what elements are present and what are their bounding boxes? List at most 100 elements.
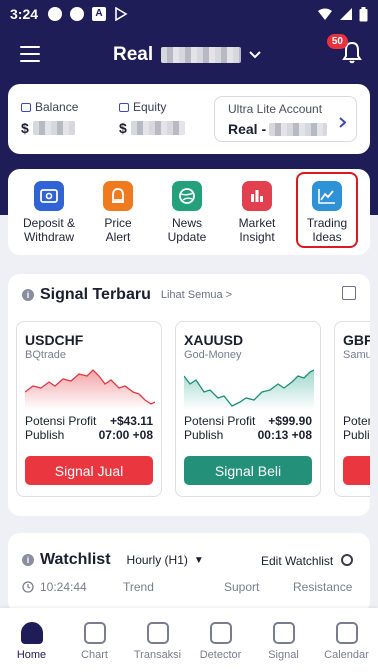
publish-label: Publish xyxy=(25,428,65,442)
menu-price-alert[interactable]: Price Alert xyxy=(85,175,151,244)
info-icon: i xyxy=(22,554,34,566)
nav-label: Detector xyxy=(199,649,242,661)
publish-time: 07:00 +08 xyxy=(98,428,153,442)
chevron-right-icon xyxy=(339,115,347,131)
signal-item[interactable]: USDCHF BQtrade Potensi Profit +$43.11 Pub… xyxy=(16,321,162,497)
buy-signal-button[interactable]: Signal Beli xyxy=(184,456,312,485)
column-trend: Trend xyxy=(123,580,154,594)
menu-label-line1: Market xyxy=(238,216,276,230)
status-bar: 3:24 A xyxy=(0,0,378,28)
sparkline-chart xyxy=(25,369,155,410)
menu-label-line2: Alert xyxy=(105,230,131,244)
publish-label: Publish xyxy=(343,428,370,442)
wallet-icon xyxy=(34,181,64,211)
signal-card: i Signal Terbaru Lihat Semua > USDCHF BQ… xyxy=(8,274,370,516)
balance-block: Balance $ xyxy=(21,100,78,136)
equity-currency: $ xyxy=(119,120,127,136)
detector-icon xyxy=(209,622,232,644)
menu-label-line1: Deposit & xyxy=(22,216,76,230)
menu-label-line1: Price xyxy=(104,216,132,230)
watchlist-time-value: 10:24:44 xyxy=(40,580,87,594)
signal-provider: God-Money xyxy=(184,349,242,361)
watchlist-title: Watchlist xyxy=(40,551,111,568)
notification-dot-icon xyxy=(70,7,85,21)
balance-label: Balance xyxy=(35,100,79,114)
signal-provider: BQtrade xyxy=(25,349,66,361)
signal-icon xyxy=(340,8,352,20)
publish-label: Publish xyxy=(184,428,224,442)
menu-label-line2: Withdraw xyxy=(23,230,74,244)
app-notification-icon: A xyxy=(92,7,107,21)
dropdown-arrow-icon[interactable]: ▼ xyxy=(194,555,204,566)
play-store-icon xyxy=(114,6,128,22)
account-box-title: Ultra Lite Account xyxy=(228,102,323,116)
profit-label: Potensi Profit xyxy=(25,414,97,428)
profit-label: Potensi Profit xyxy=(184,414,256,428)
equity-block: Equity $ xyxy=(119,100,185,136)
notification-dot-icon xyxy=(48,7,63,21)
account-type-box[interactable]: Ultra Lite Account Real - xyxy=(214,96,357,142)
nav-transaksi[interactable]: Transaksi xyxy=(126,622,189,661)
masked-balance-value xyxy=(32,121,75,135)
nav-home[interactable]: Home xyxy=(0,622,63,661)
masked-equity-value xyxy=(130,121,185,135)
column-support: Suport xyxy=(224,580,260,594)
masked-account-number xyxy=(161,47,242,63)
gear-icon[interactable] xyxy=(341,554,353,566)
balance-card: Balance $ Equity $ Ultra Lite Account Re… xyxy=(8,84,370,154)
nav-calendar[interactable]: Calendar xyxy=(315,622,378,661)
bottom-navigation: Home Chart Transaksi Detector Signal Cal… xyxy=(0,608,378,672)
signal-provider: Samu xyxy=(343,349,370,361)
menu-icon[interactable] xyxy=(20,46,40,62)
publish-time: 00:13 +08 xyxy=(257,428,312,442)
profit-label: Potensi Profit xyxy=(343,414,370,428)
expand-icon[interactable] xyxy=(342,286,356,300)
signal-broadcast-icon xyxy=(272,622,295,644)
calendar-icon xyxy=(335,622,358,644)
alarm-icon xyxy=(103,181,133,211)
nav-chart[interactable]: Chart xyxy=(63,622,126,661)
timeframe-select[interactable]: Hourly (H1) xyxy=(127,553,188,567)
account-selector[interactable]: Real xyxy=(113,44,261,66)
see-all-link[interactable]: Lihat Semua > xyxy=(161,289,232,301)
edit-watchlist-button[interactable]: Edit Watchlist xyxy=(261,554,333,568)
nav-signal[interactable]: Signal xyxy=(252,622,315,661)
masked-account-id xyxy=(269,122,328,136)
signal-item[interactable]: XAUUSD God-Money Potensi Profit +$99.90 P… xyxy=(175,321,321,497)
menu-label-line1: News xyxy=(171,216,202,230)
signal-pair: GBPJ xyxy=(343,332,370,348)
home-icon xyxy=(20,622,43,644)
sparkline-chart xyxy=(184,369,314,410)
wifi-icon xyxy=(318,8,332,20)
info-icon: i xyxy=(22,289,34,301)
nav-label: Calendar xyxy=(324,649,369,661)
chart-icon xyxy=(83,622,106,644)
nav-label: Chart xyxy=(81,649,108,661)
status-icons xyxy=(317,6,368,22)
battery-icon xyxy=(359,6,368,21)
signal-action-button[interactable] xyxy=(343,456,370,485)
account-box-value: Real - xyxy=(228,121,267,137)
equity-icon xyxy=(119,102,129,112)
globe-icon xyxy=(172,181,202,211)
profit-value: +$43.11 xyxy=(109,414,153,428)
notification-badge: 50 xyxy=(326,34,348,49)
equity-label: Equity xyxy=(133,100,167,114)
nav-detector[interactable]: Detector xyxy=(189,622,252,661)
nav-label: Transaksi xyxy=(133,649,182,661)
menu-market-insight[interactable]: Market Insight xyxy=(224,175,290,244)
menu-label-line2: Insight xyxy=(239,230,275,244)
bar-chart-icon xyxy=(242,181,272,211)
chevron-down-icon xyxy=(249,46,261,64)
menu-news-update[interactable]: News Update xyxy=(154,175,220,244)
transaction-icon xyxy=(146,622,169,644)
menu-deposit-withdraw[interactable]: Deposit & Withdraw xyxy=(16,175,82,244)
nav-label: Signal xyxy=(268,649,299,661)
column-resistance: Resistance xyxy=(293,580,353,594)
signal-pair: USDCHF xyxy=(25,332,84,348)
account-type: Real xyxy=(113,44,154,65)
clock-icon xyxy=(22,581,34,593)
wallet-icon xyxy=(21,102,31,112)
sell-signal-button[interactable]: Signal Jual xyxy=(25,456,153,485)
signal-item[interactable]: GBPJ Samu Potensi Profit Publish xyxy=(334,321,370,497)
